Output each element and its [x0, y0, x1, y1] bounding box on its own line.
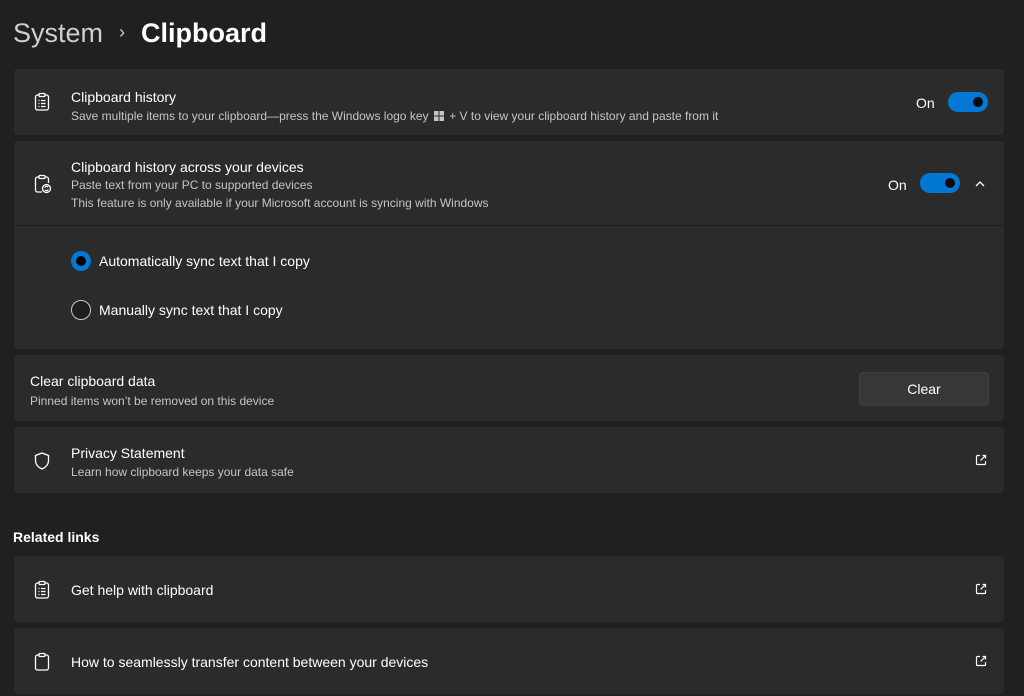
radio-button[interactable]	[71, 300, 91, 320]
clipboard-history-title: Clipboard history	[71, 89, 177, 105]
privacy-card[interactable]: Privacy Statement Learn how clipboard ke…	[14, 427, 1004, 493]
sync-option-manual[interactable]: Manually sync text that I copy	[71, 300, 283, 320]
cross-device-toggle[interactable]	[920, 173, 960, 193]
cross-device-desc1: Paste text from your PC to supported dev…	[71, 178, 313, 192]
sync-option-manual-label: Manually sync text that I copy	[99, 302, 283, 318]
clipboard-history-toggle-label: On	[916, 95, 935, 111]
clipboard-history-desc-part1: Save multiple items to your clipboard—pr…	[71, 109, 429, 123]
related-link-help-label: Get help with clipboard	[71, 582, 214, 598]
clipboard-list-icon	[32, 580, 52, 600]
toggle-knob	[973, 97, 983, 107]
clear-data-title: Clear clipboard data	[30, 373, 156, 389]
privacy-desc: Learn how clipboard keeps your data safe	[71, 465, 294, 479]
clipboard-icon	[32, 652, 52, 672]
clipboard-list-icon	[32, 92, 52, 112]
cross-device-desc2: This feature is only available if your M…	[71, 196, 489, 210]
page-title: Clipboard	[141, 17, 268, 48]
toggle-knob	[945, 178, 955, 188]
clear-data-desc: Pinned items won’t be removed on this de…	[30, 394, 275, 408]
clipboard-history-desc: Save multiple items to your clipboard—pr…	[71, 109, 718, 123]
related-link-transfer-label: How to seamlessly transfer content betwe…	[71, 654, 429, 670]
windows-logo-icon	[433, 110, 444, 121]
sync-option-auto-label: Automatically sync text that I copy	[99, 253, 310, 269]
clipboard-history-desc-part2: + V to view your clipboard history and p…	[449, 109, 719, 123]
clipboard-history-card: Clipboard history Save multiple items to…	[14, 69, 1004, 135]
cross-device-title: Clipboard history across your devices	[71, 159, 304, 175]
radio-button-selected[interactable]	[71, 251, 91, 271]
cross-device-toggle-label: On	[888, 177, 907, 193]
related-link-help[interactable]: Get help with clipboard	[14, 556, 1004, 622]
breadcrumb: System › Clipboard	[13, 14, 267, 52]
chevron-up-icon[interactable]	[974, 178, 986, 190]
open-external-icon[interactable]	[974, 654, 988, 668]
clipboard-sync-icon	[32, 174, 52, 194]
privacy-title: Privacy Statement	[71, 445, 185, 461]
shield-icon	[32, 451, 52, 471]
open-external-icon[interactable]	[974, 582, 988, 596]
related-link-transfer[interactable]: How to seamlessly transfer content betwe…	[14, 628, 1004, 694]
open-external-icon[interactable]	[974, 453, 988, 467]
sync-option-auto[interactable]: Automatically sync text that I copy	[71, 251, 310, 271]
section-divider	[14, 225, 1004, 226]
cross-device-card: Clipboard history across your devices Pa…	[14, 141, 1004, 349]
breadcrumb-system[interactable]: System	[13, 18, 103, 49]
clipboard-history-toggle[interactable]	[948, 92, 988, 112]
chevron-right-icon: ›	[119, 21, 126, 42]
clear-data-card: Clear clipboard data Pinned items won’t …	[14, 355, 1004, 421]
related-links-heading: Related links	[13, 529, 100, 545]
clear-button[interactable]: Clear	[859, 372, 989, 406]
